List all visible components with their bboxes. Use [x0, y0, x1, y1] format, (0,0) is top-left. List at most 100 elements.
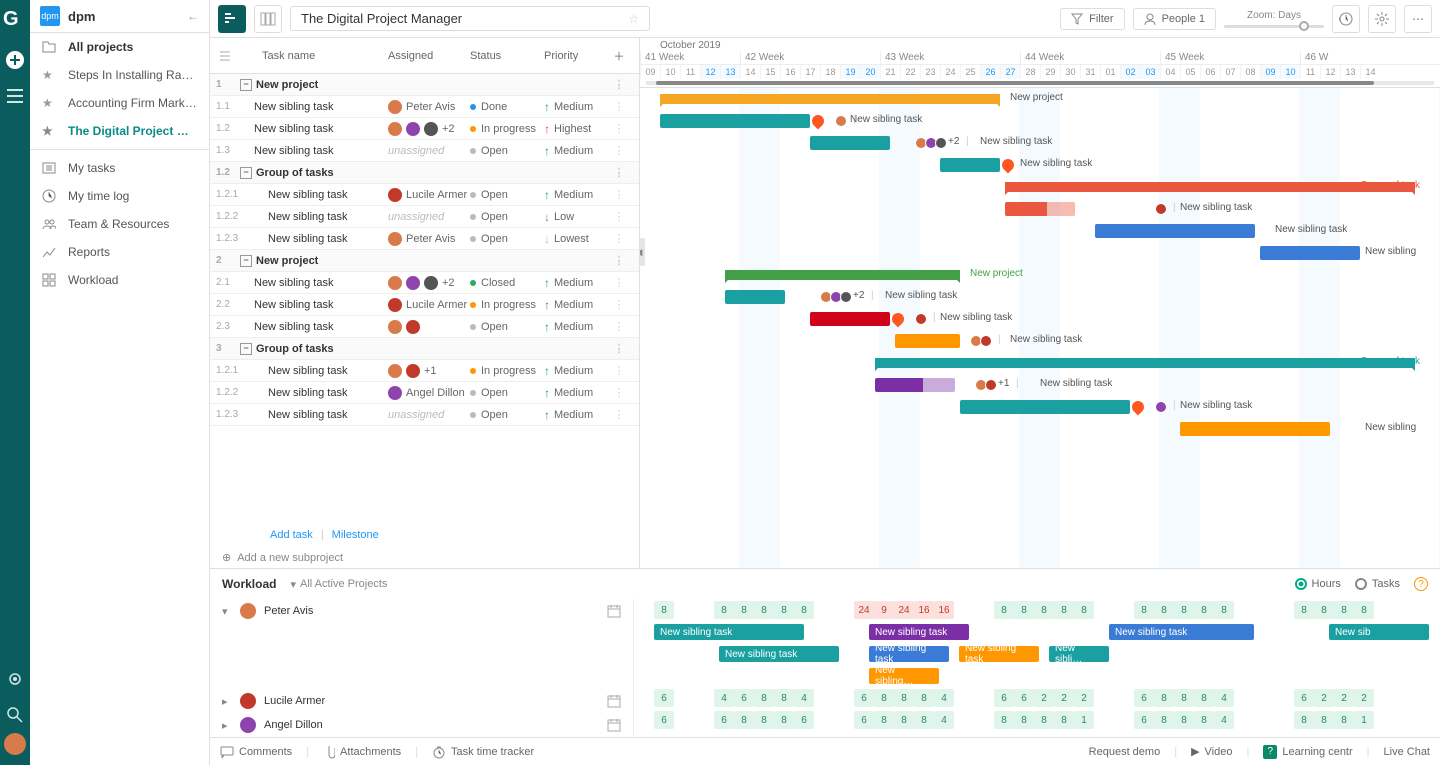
workload-person-row[interactable]: ▸Angel Dillon: [210, 713, 633, 737]
footer-learning[interactable]: ?Learning centr: [1263, 745, 1352, 759]
workload-task-bar[interactable]: New sib: [1329, 624, 1429, 640]
workload-project-dropdown[interactable]: ▾ All Active Projects: [290, 578, 387, 591]
task-row[interactable]: 3−Group of tasks⋮: [210, 338, 639, 360]
sidebar-item-workload[interactable]: Workload: [30, 266, 209, 294]
footer-video[interactable]: ▶ Video: [1191, 745, 1232, 758]
expand-all-icon[interactable]: [210, 51, 240, 61]
footer-request-demo[interactable]: Request demo: [1089, 746, 1161, 758]
footer-live-chat[interactable]: Live Chat: [1384, 746, 1430, 758]
more-button[interactable]: ⋯: [1404, 5, 1432, 33]
gantt-bar[interactable]: [1180, 422, 1330, 436]
task-row[interactable]: 1.2−Group of tasks⋮: [210, 162, 639, 184]
workload-task-bar[interactable]: New sibli…: [1049, 646, 1109, 662]
collapse-icon[interactable]: −: [240, 167, 252, 179]
task-row[interactable]: 1.2.1New sibling taskLucile ArmerOpen↑Me…: [210, 184, 639, 206]
workload-task-bar[interactable]: New sibling task: [869, 646, 949, 662]
row-menu-icon[interactable]: ⋮: [604, 320, 634, 333]
gantt-bar[interactable]: [875, 378, 955, 392]
calendar-icon[interactable]: [607, 718, 621, 732]
row-menu-icon[interactable]: ⋮: [604, 122, 634, 135]
task-row[interactable]: 1.2.3New sibling taskPeter AvisOpen↓Lowe…: [210, 228, 639, 250]
workload-task-bar[interactable]: New sibling task: [869, 624, 969, 640]
notifications-icon[interactable]: [3, 667, 27, 691]
task-row[interactable]: 1−New project⋮: [210, 74, 639, 96]
collapse-sidebar-icon[interactable]: ←: [187, 9, 199, 23]
expand-icon[interactable]: ▸: [222, 719, 232, 732]
workload-task-bar[interactable]: New sibling task: [1109, 624, 1254, 640]
gantt-bar[interactable]: [725, 290, 785, 304]
add-subproject-link[interactable]: ⊕ Add a new subproject: [210, 547, 639, 568]
task-row[interactable]: 2.1New sibling task+2Closed↑Medium⋮: [210, 272, 639, 294]
task-row[interactable]: 1.2New sibling task+2In progress↑Highest…: [210, 118, 639, 140]
row-menu-icon[interactable]: ⋮: [604, 100, 634, 113]
collapse-icon[interactable]: −: [240, 79, 252, 91]
add-icon[interactable]: [3, 48, 27, 72]
gantt-group-bar[interactable]: [660, 94, 1000, 104]
expand-icon[interactable]: ▾: [222, 605, 232, 618]
gantt-bar[interactable]: [1095, 224, 1255, 238]
gantt-bar[interactable]: [810, 136, 890, 150]
row-menu-icon[interactable]: ⋮: [604, 364, 634, 377]
task-row[interactable]: 2.2New sibling taskLucile ArmerIn progre…: [210, 294, 639, 316]
user-avatar[interactable]: [4, 733, 26, 755]
task-row[interactable]: 2−New project⋮: [210, 250, 639, 272]
task-row[interactable]: 1.2.1New sibling task+1In progress↑Mediu…: [210, 360, 639, 382]
gantt-group-bar[interactable]: [725, 270, 960, 280]
row-menu-icon[interactable]: ⋮: [604, 210, 634, 223]
add-milestone-link[interactable]: Milestone: [332, 529, 379, 541]
expand-icon[interactable]: ▸: [222, 695, 232, 708]
sidebar-item-my-time-log[interactable]: My time log: [30, 182, 209, 210]
footer-comments[interactable]: Comments: [220, 746, 292, 758]
row-menu-icon[interactable]: ⋮: [604, 254, 634, 267]
add-column-icon[interactable]: ＋: [604, 48, 634, 64]
footer-attachments[interactable]: Attachments: [323, 745, 401, 759]
sidebar-item-team[interactable]: Team & Resources: [30, 210, 209, 238]
workload-task-bar[interactable]: New sibling task: [654, 624, 804, 640]
workload-task-bar[interactable]: New sibling task: [959, 646, 1039, 662]
view-gantt-button[interactable]: [218, 5, 246, 33]
row-menu-icon[interactable]: ⋮: [604, 166, 634, 179]
workload-task-bar[interactable]: New sibling…: [869, 668, 939, 684]
task-row[interactable]: 1.2.3New sibling taskunassignedOpen↑Medi…: [210, 404, 639, 426]
workload-help-icon[interactable]: ?: [1414, 577, 1428, 591]
workload-person-row[interactable]: ▾Peter Avis: [210, 599, 633, 623]
search-icon[interactable]: [3, 703, 27, 727]
row-menu-icon[interactable]: ⋮: [604, 232, 634, 245]
sidebar-item-my-tasks[interactable]: My tasks: [30, 154, 209, 182]
row-menu-icon[interactable]: ⋮: [604, 342, 634, 355]
calendar-icon[interactable]: [607, 604, 621, 618]
row-menu-icon[interactable]: ⋮: [604, 188, 634, 201]
row-menu-icon[interactable]: ⋮: [604, 78, 634, 91]
task-row[interactable]: 1.1New sibling taskPeter AvisDone↑Medium…: [210, 96, 639, 118]
workload-tasks-radio[interactable]: Tasks: [1355, 578, 1400, 590]
filter-button[interactable]: Filter: [1060, 8, 1124, 30]
gantt-group-bar[interactable]: [1005, 182, 1415, 192]
row-menu-icon[interactable]: ⋮: [604, 298, 634, 311]
timeline-scrollbar[interactable]: [646, 81, 1434, 85]
gantt-bar[interactable]: [940, 158, 1000, 172]
calendar-icon[interactable]: [607, 694, 621, 708]
footer-task-time[interactable]: Task time tracker: [432, 745, 534, 759]
view-board-button[interactable]: [254, 5, 282, 33]
row-menu-icon[interactable]: ⋮: [604, 144, 634, 157]
collapse-icon[interactable]: −: [240, 255, 252, 267]
gantt-bar[interactable]: [895, 334, 960, 348]
sidebar-item-reports[interactable]: Reports: [30, 238, 209, 266]
workload-hours-radio[interactable]: Hours: [1295, 578, 1341, 590]
gantt-bar[interactable]: [960, 400, 1130, 414]
task-row[interactable]: 2.3New sibling taskOpen↑Medium⋮: [210, 316, 639, 338]
gantt-group-bar[interactable]: [875, 358, 1415, 368]
menu-icon[interactable]: [3, 84, 27, 108]
people-button[interactable]: People 1: [1133, 8, 1216, 30]
zoom-slider[interactable]: Zoom: Days: [1224, 10, 1324, 28]
collapse-icon[interactable]: −: [240, 343, 252, 355]
task-row[interactable]: 1.2.2New sibling taskunassignedOpen↓Low⋮: [210, 206, 639, 228]
workload-task-bar[interactable]: New sibling task: [719, 646, 839, 662]
sidebar-item-all-projects[interactable]: All projects: [30, 33, 209, 61]
task-row[interactable]: 1.2.2New sibling taskAngel DillonOpen↑Me…: [210, 382, 639, 404]
sidebar-project-3[interactable]: ★The Digital Project Manage…: [30, 117, 209, 145]
row-menu-icon[interactable]: ⋮: [604, 276, 634, 289]
task-row[interactable]: 1.3New sibling taskunassignedOpen↑Medium…: [210, 140, 639, 162]
row-menu-icon[interactable]: ⋮: [604, 408, 634, 421]
row-menu-icon[interactable]: ⋮: [604, 386, 634, 399]
